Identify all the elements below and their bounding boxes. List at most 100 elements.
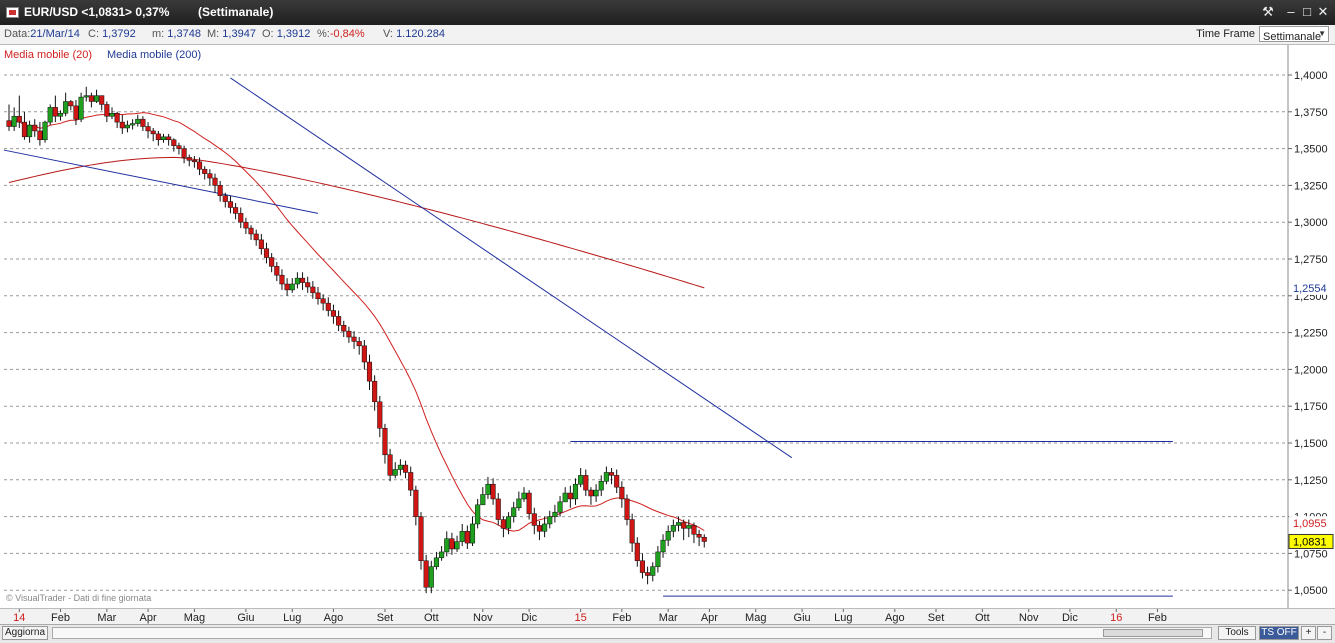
x-tick-label: Mar [659, 612, 678, 624]
timeframe-select[interactable]: Settimanale ▼ [1259, 26, 1329, 43]
candle-down [217, 185, 223, 196]
candle-up [485, 483, 491, 495]
x-tick-label: Apr [701, 612, 718, 624]
candle-up [94, 95, 100, 102]
y-tick-label: 1,0750 [1294, 548, 1328, 560]
candle-down [248, 227, 254, 235]
legend-ma200: Media mobile (200) [107, 49, 202, 61]
candle-down [274, 266, 280, 276]
candle-down [351, 336, 357, 342]
candle-up [516, 498, 522, 509]
candle-down [325, 302, 331, 311]
x-tick-label: Nov [473, 612, 493, 624]
price-chart[interactable]: 1,4000 1,3750 1,3500 1,3250 1,3000 1,2750 1,25… [0, 45, 1335, 608]
window-title: EUR/USD <1,0831> 0,37% [24, 5, 170, 19]
x-tick-label: Feb [51, 612, 70, 624]
candle-up [392, 469, 398, 476]
tool-icon[interactable]: ⚒ [1260, 4, 1276, 20]
candle-up [675, 522, 682, 526]
candle-down [233, 207, 239, 214]
candle-down [212, 177, 218, 186]
candle-down [305, 282, 311, 288]
y-tick-label: 1,1250 [1294, 475, 1328, 487]
candle-up [521, 492, 527, 500]
candle-down [269, 257, 275, 267]
candle-up [506, 516, 512, 529]
refresh-button[interactable]: Aggiorna [2, 626, 48, 640]
candle-up [397, 464, 403, 470]
candle-down [145, 126, 151, 132]
candle-down [37, 130, 43, 141]
x-tick-label: Dic [1062, 612, 1078, 624]
watermark: © VisualTrader - Dati di fine giornata [6, 593, 152, 603]
status-bar: Aggiorna Tools TS OFF + - [0, 624, 1335, 643]
x-tick-label: 16 [1110, 612, 1122, 624]
candle-down [330, 310, 336, 317]
scrollbar-thumb[interactable] [1103, 629, 1203, 637]
candle-down [320, 298, 326, 304]
y-tick-label: 1,2250 [1294, 328, 1328, 340]
price-label-last: 1,0831 [1293, 536, 1327, 548]
y-tick-label: 1,1750 [1294, 401, 1328, 413]
open-info: O: 1,3912 [262, 28, 311, 40]
ts-toggle-button[interactable]: TS OFF [1259, 626, 1299, 640]
candle-down [423, 560, 429, 588]
candle-down [119, 121, 125, 129]
zoom-out-button[interactable]: - [1317, 626, 1332, 640]
x-tick-label: Lug [283, 612, 301, 624]
candle-down [104, 104, 110, 117]
x-tick-label: Mar [97, 612, 116, 624]
candle-up [665, 531, 671, 541]
candle-up [42, 121, 48, 141]
candle-down [490, 483, 496, 500]
close-icon[interactable]: ✕ [1315, 4, 1331, 20]
candle-down [645, 572, 651, 576]
chart-area[interactable]: 1,4000 1,3750 1,3500 1,3250 1,3000 1,2750 1,25… [0, 45, 1335, 608]
candle-up [557, 501, 563, 513]
candle-up [562, 492, 568, 503]
candle-down [68, 101, 74, 107]
candle-down [526, 492, 532, 514]
candle-down [382, 428, 388, 456]
maximize-icon[interactable]: □ [1299, 4, 1315, 20]
candle-down [140, 118, 146, 127]
x-tick-label: 15 [575, 612, 587, 624]
zoom-in-button[interactable]: + [1301, 626, 1316, 640]
candle-down [6, 120, 12, 127]
candle-up [160, 136, 167, 141]
candle-down [315, 292, 321, 299]
candle-down [207, 173, 213, 179]
candle-down [500, 519, 506, 529]
chevron-down-icon: ▼ [1318, 29, 1326, 38]
candle-up [578, 475, 584, 485]
candle-down [701, 536, 707, 542]
candle-up [572, 483, 579, 500]
candle-up [459, 531, 465, 542]
candle-up [469, 523, 476, 544]
candle-down [336, 316, 342, 326]
candle-up [294, 277, 300, 285]
x-tick-label: Ott [975, 612, 990, 624]
candle-down [609, 472, 615, 476]
candle-up [444, 538, 450, 553]
candle-down [403, 464, 409, 473]
title-bar: EUR/USD <1,0831> 0,37% (Settimanale) ⚒ –… [0, 0, 1335, 25]
y-tick-label: 1,3750 [1294, 107, 1328, 119]
high-info: M: 1,3947 [207, 28, 256, 40]
candle-down [258, 239, 264, 249]
candle-up [598, 481, 604, 491]
horizontal-scrollbar[interactable] [52, 627, 1212, 639]
candle-down [372, 380, 378, 403]
candle-down [191, 160, 197, 163]
timeframe-label: Time Frame [1196, 28, 1255, 40]
candle-down [263, 248, 270, 258]
candle-up [686, 525, 692, 529]
candle-down [310, 286, 316, 294]
tools-button[interactable]: Tools [1218, 626, 1256, 640]
candle-down [408, 472, 414, 491]
candle-down [171, 139, 177, 146]
percent-info: %:-0,84% [317, 28, 365, 40]
candle-down [624, 498, 630, 520]
candle-down [186, 157, 192, 161]
minimize-icon[interactable]: – [1283, 4, 1299, 20]
